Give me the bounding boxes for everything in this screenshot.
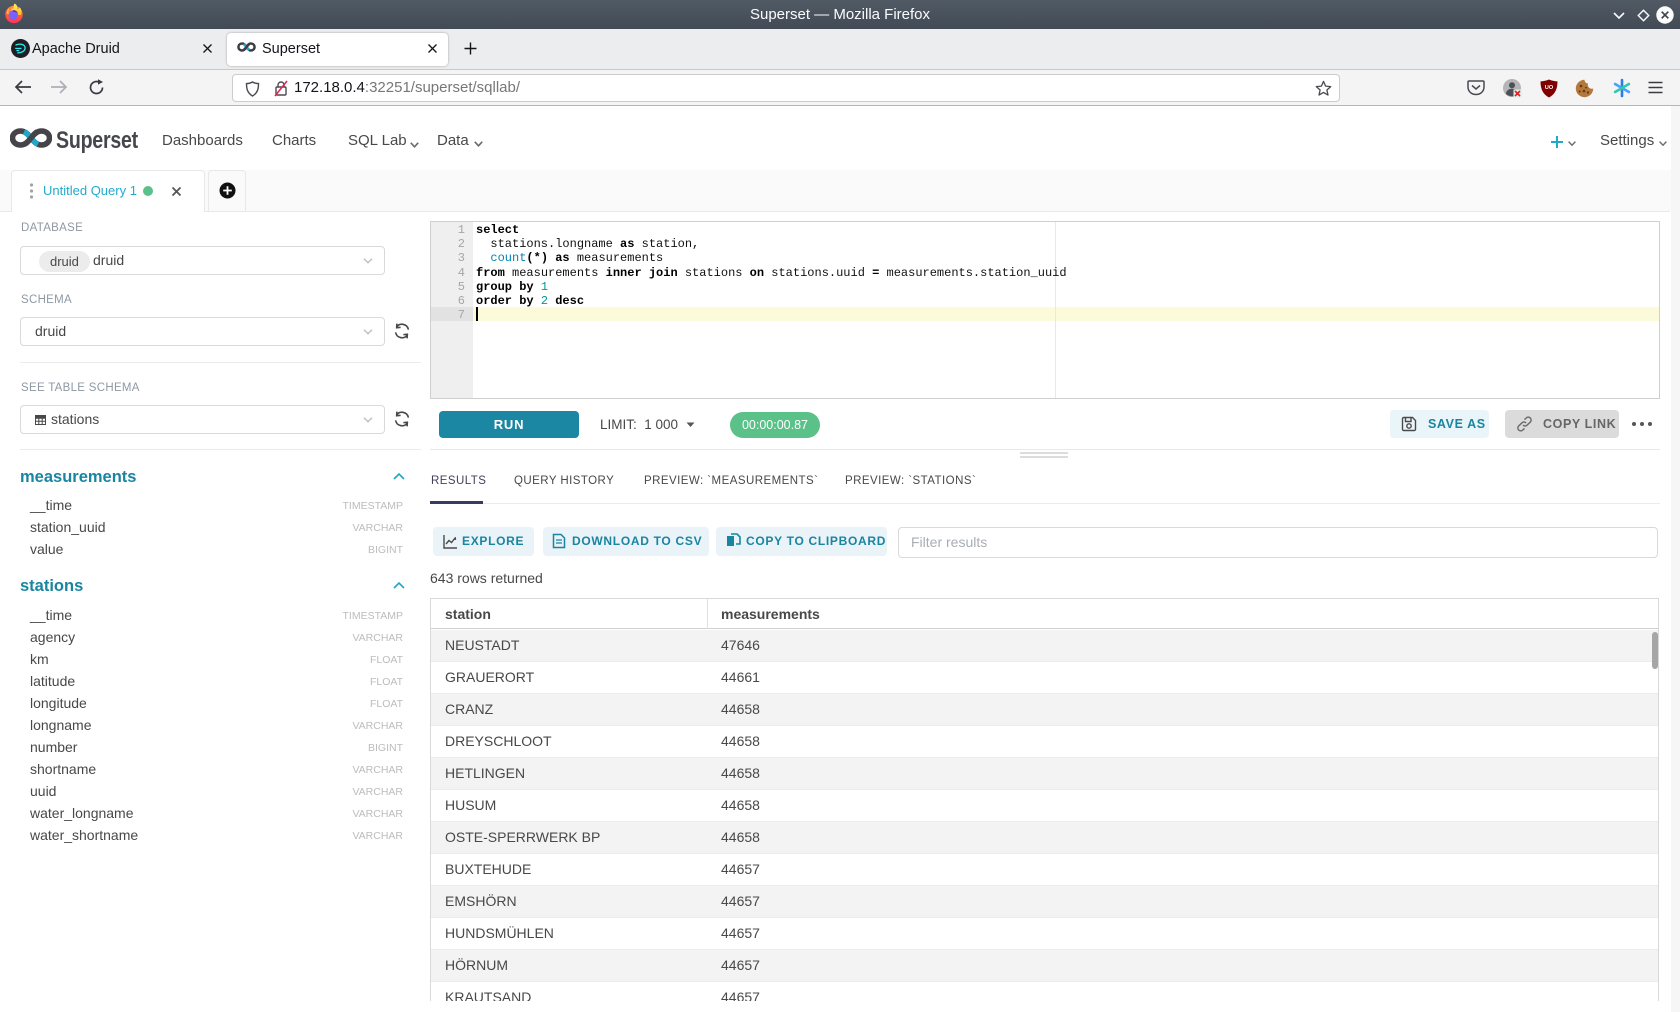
svg-text:UO: UO	[1545, 85, 1554, 91]
